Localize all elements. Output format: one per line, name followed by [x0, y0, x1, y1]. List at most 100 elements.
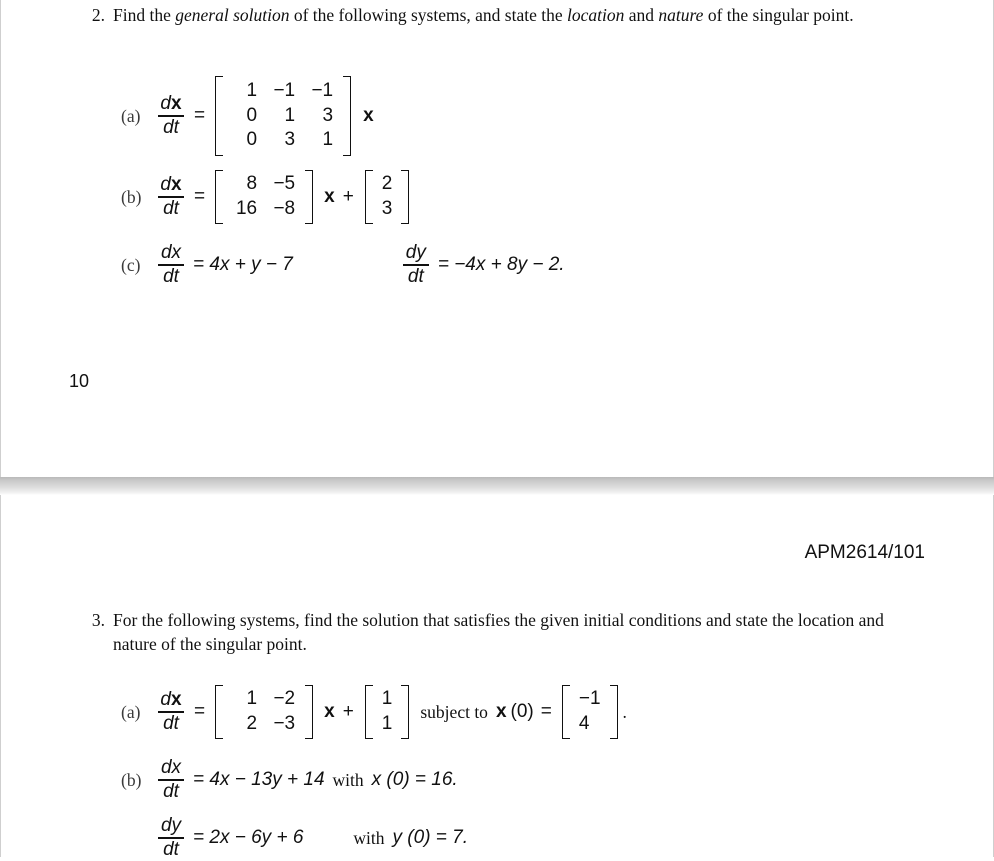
bracket-left-initial-3a [561, 684, 570, 740]
initial-condition-3b-line2: y (0) = 7. [392, 827, 469, 848]
question-3: 3. For the following systems, find the s… [83, 608, 929, 656]
matrix-cell: 16 [235, 198, 258, 219]
question-2-italic-nature: nature [658, 5, 704, 25]
question-2-number: 2. [91, 5, 105, 25]
question-2-item-c: (c) dx dt = 4x + y − 7 dy dt = −4x + 8y … [121, 240, 565, 290]
initial-condition-var-3a: x [495, 701, 507, 722]
item-label-2c: (c) [121, 254, 141, 275]
frac-denominator-2c-2: dt [407, 266, 424, 288]
frac-num-y-2c: y [416, 242, 426, 264]
matrix-cell: −1 [311, 79, 334, 101]
equals-sign-initial-3a: = [540, 701, 552, 722]
question-2-italic-location: location [567, 5, 625, 25]
const-vector-cells-2b: 2 3 [376, 170, 399, 224]
frac-num-x-2b: x [171, 174, 182, 196]
bracket-right-2b [305, 169, 314, 225]
matrix-row: 0 1 3 [226, 104, 340, 129]
matrix-cell: 1 [284, 104, 296, 126]
derivative-dy-dt-2c: dy dt [402, 242, 429, 288]
matrix-2a: 1 −1 −1 0 1 3 0 3 1 [215, 76, 352, 156]
vector-x-2a: x [363, 105, 374, 126]
document-page-2: APM2614/101 3. For the following systems… [0, 495, 994, 860]
matrix-cell: −1 [578, 688, 601, 710]
matrix-3a: 1 −2 2 −3 [215, 684, 314, 740]
bracket-left-vec-3a [364, 684, 373, 740]
frac-num-d-2b: d [160, 174, 171, 196]
question-2-item-b: (b) dx dt = 8 −5 16 −8 x + 2 3 [121, 168, 412, 226]
frac-num-d-2a: d [160, 93, 171, 115]
equation-2c-second: = −4x + 8y − 2. [437, 254, 565, 275]
const-vector-2b: 2 3 [364, 169, 410, 225]
bracket-right-3a [305, 684, 314, 740]
bracket-right-vec-3a [401, 684, 410, 740]
frac-num-d-3a: d [160, 689, 171, 711]
matrix-row: 3 [376, 197, 399, 222]
matrix-row: −1 [573, 687, 607, 712]
plus-sign-3a: + [342, 701, 354, 722]
derivative-dx-dt-2a: dx dt [158, 94, 184, 138]
frac-num-y-3b: y [171, 815, 182, 837]
equals-sign-2a: = [194, 105, 206, 126]
derivative-dy-dt-3b: dy dt [158, 816, 184, 860]
matrix-cell: −1 [273, 79, 296, 101]
page-break-separator [0, 477, 994, 495]
matrix-cell: 1 [246, 688, 258, 710]
bracket-left-vec-2b [364, 169, 373, 225]
matrix-cell: 2 [246, 713, 258, 734]
question-3-text: For the following systems, find the solu… [113, 610, 884, 655]
initial-vector-cells-3a: −1 4 [573, 685, 607, 739]
matrix-cells-3a: 1 −2 2 −3 [226, 685, 302, 739]
matrix-cell: 1 [381, 713, 393, 734]
frac-numerator-2b: dx [158, 175, 183, 194]
matrix-cell: −5 [273, 173, 296, 195]
matrix-cell: 0 [246, 104, 258, 126]
period-3a: . [622, 701, 627, 722]
vector-x-2b: x [324, 186, 335, 207]
frac-numerator-3b-2: dy [159, 816, 183, 835]
matrix-cell: 1 [322, 129, 334, 151]
frac-denominator-3a: dt [163, 713, 179, 735]
question-3-item-b-line2: dy dt = 2x − 6y + 6 with y (0) = 7. [155, 815, 468, 861]
matrix-cell: 3 [381, 198, 393, 219]
derivative-dx-dt-2c: dx dt [158, 243, 184, 287]
const-vector-cells-3a: 1 1 [376, 685, 399, 739]
matrix-cell: −2 [273, 688, 296, 710]
question-2-italic-general-solution: general solution [175, 5, 290, 25]
item-label-3a: (a) [121, 701, 141, 722]
frac-numerator-2a: dx [158, 94, 183, 113]
document-page-stack: 2. Find the general solution of the foll… [0, 0, 994, 860]
vector-x-3a: x [324, 701, 335, 722]
with-label-3b-line2: with [353, 827, 385, 848]
question-2-item-a: (a) dx dt = 1 −1 −1 0 1 3 0 3 1 x [121, 76, 374, 156]
matrix-row: 2 −3 [226, 712, 302, 737]
item-label-2b: (b) [121, 186, 142, 207]
matrix-cell: 1 [246, 79, 258, 101]
matrix-row: 2 [376, 172, 399, 197]
matrix-row: 1 −2 [226, 687, 302, 712]
initial-vector-3a: −1 4 [561, 684, 618, 740]
derivative-dx-dt-2b: dx dt [158, 175, 184, 219]
matrix-cells-2b: 8 −5 16 −8 [226, 170, 302, 224]
item-label-3b: (b) [121, 769, 142, 790]
matrix-row: 8 −5 [226, 172, 302, 197]
frac-numerator-3b: dx [159, 758, 183, 777]
matrix-row: 1 −1 −1 [226, 79, 340, 104]
matrix-cell: 1 [381, 688, 393, 710]
document-page-1: 2. Find the general solution of the foll… [0, 0, 994, 477]
page-number: 10 [69, 371, 90, 391]
matrix-2b: 8 −5 16 −8 [215, 169, 314, 225]
bracket-right-2a [343, 76, 352, 156]
matrix-cell: 0 [246, 129, 258, 151]
question-2-text-part3: and [624, 5, 659, 25]
matrix-row: 4 [573, 712, 607, 737]
question-2-text-part4: of the singular point. [703, 5, 854, 25]
frac-denominator-3b: dt [163, 781, 179, 803]
plus-sign-2b: + [342, 186, 354, 207]
equation-3b-line1: = 4x − 13y + 14 [193, 769, 325, 790]
matrix-cell: 4 [578, 713, 590, 734]
frac-numerator-2c: dx [159, 243, 183, 262]
equals-sign-2b: = [194, 186, 206, 207]
frac-num-d-3b-2: d [160, 815, 172, 837]
frac-num-d-3b: d [160, 757, 172, 779]
item-label-2a: (a) [121, 105, 141, 126]
